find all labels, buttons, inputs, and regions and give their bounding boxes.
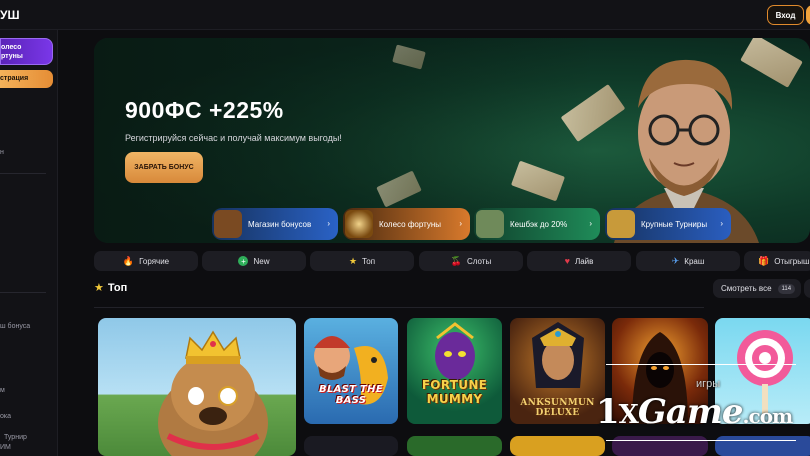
wheel-icon <box>345 210 373 238</box>
promo-bonus-shop[interactable]: Магазин бонусов › <box>212 208 338 240</box>
watermark-logo: игры 1XGame.com <box>596 364 806 456</box>
watermark-line <box>606 364 796 365</box>
sidebar-item[interactable]: ока <box>0 413 11 420</box>
tab-label: Краш <box>684 256 705 266</box>
section-title: ★ Топ <box>94 281 128 295</box>
game-tile[interactable] <box>510 436 605 456</box>
money-stack-icon <box>476 210 504 238</box>
game-tile[interactable] <box>98 318 296 456</box>
sidebar-item[interactable]: н <box>0 149 4 156</box>
promo-fortune-wheel[interactable]: Колесо фортуны › <box>343 208 470 240</box>
game-tile[interactable] <box>407 436 502 456</box>
watermark-brand-part: X <box>618 400 639 430</box>
tab-new[interactable]: + New <box>202 251 306 271</box>
chevron-right-icon: › <box>327 219 330 228</box>
trophy-icon <box>607 210 635 238</box>
tab-live[interactable]: ♥ Лайв <box>527 251 631 271</box>
fortune-wheel-button[interactable]: олесо ртуны <box>0 38 53 65</box>
register-button[interactable]: страция <box>0 70 53 88</box>
fisherman-image <box>314 336 388 405</box>
star-icon: ★ <box>348 255 358 266</box>
sidebar: олесо ртуны страция н ш бонуса м ока Тур… <box>0 30 58 456</box>
promo-label: Магазин бонусов <box>248 219 312 229</box>
hero-title: 900ФС +225% <box>125 97 284 123</box>
promo-cashback[interactable]: Кешбэк до 20% › <box>474 208 600 240</box>
signup-button[interactable] <box>806 5 810 25</box>
carousel-arrow-button[interactable] <box>804 279 810 298</box>
chevron-right-icon: › <box>720 219 723 228</box>
sidebar-item[interactable]: ИМ <box>0 444 11 451</box>
watermark-brand-part: .com <box>742 404 794 428</box>
game-title: FORTUNE MUMMY <box>421 378 488 406</box>
gift-icon: 🎁 <box>758 255 770 266</box>
hero-subtitle: Регистрируйся сейчас и получай максимум … <box>125 133 342 143</box>
tab-slots[interactable]: 🍒 Слоты <box>419 251 523 271</box>
sidebar-item[interactable]: ш бонуса <box>0 323 30 330</box>
watermark-line <box>606 440 796 441</box>
star-icon: ★ <box>94 282 104 294</box>
game-tile[interactable]: BLAST THE BASS <box>304 318 398 424</box>
game-tile[interactable] <box>304 436 398 456</box>
plus-icon: + <box>238 256 249 266</box>
dog-king-image <box>158 330 268 456</box>
game-tile[interactable]: FORTUNE MUMMY <box>407 318 502 424</box>
top-bar: УШ Вход <box>0 0 810 30</box>
chevron-right-icon: › <box>459 219 462 228</box>
banknote-image <box>392 44 426 70</box>
cherry-icon: 🍒 <box>450 255 462 266</box>
sidebar-item[interactable]: м <box>0 387 5 394</box>
sidebar-divider <box>0 292 46 293</box>
banknote-image <box>376 170 422 208</box>
tab-label: Лайв <box>574 256 594 266</box>
tab-hot[interactable]: 🔥 Горячие <box>94 251 198 271</box>
cards-icon: ♥ <box>564 256 570 266</box>
tab-label: New <box>253 256 270 266</box>
tab-label: Горячие <box>139 256 170 266</box>
tab-wagering[interactable]: 🎁 Отыгрыш <box>744 251 810 271</box>
promo-label: Колесо фортуны <box>379 219 442 229</box>
game-title: ANKSUNMUN DELUXE <box>520 398 595 418</box>
tab-crash[interactable]: ✈ Краш <box>636 251 740 271</box>
watermark-small-text: игры <box>696 378 721 390</box>
section-divider <box>94 307 704 308</box>
promo-label: Крупные Турниры <box>641 219 708 229</box>
banknote-image <box>511 160 565 202</box>
games-count-badge: 114 <box>777 283 796 294</box>
fire-icon: 🔥 <box>122 255 135 266</box>
section-title-text: Топ <box>107 281 128 294</box>
chevron-right-icon: › <box>589 219 592 228</box>
claim-bonus-button[interactable]: ЗАБРАТЬ БОНУС <box>125 152 203 183</box>
sidebar-item[interactable]: Турнир <box>4 434 27 441</box>
promo-tournaments[interactable]: Крупные Турниры › <box>605 208 731 240</box>
tab-top[interactable]: ★ Топ <box>310 251 414 271</box>
tab-label: Отыгрыш <box>774 256 810 266</box>
plane-icon: ✈ <box>671 255 680 266</box>
tab-label: Топ <box>362 256 376 266</box>
see-all-button[interactable]: Смотреть все 114 <box>713 279 801 298</box>
login-button[interactable]: Вход <box>767 5 804 25</box>
game-tile[interactable]: ANKSUNMUN DELUXE <box>510 318 605 424</box>
site-logo[interactable]: УШ <box>0 8 20 22</box>
watermark-brand: 1XGame.com <box>596 392 794 432</box>
watermark-brand-part: 1 <box>596 392 620 432</box>
game-title: BLAST THE BASS <box>319 384 383 406</box>
treasure-chest-icon <box>214 210 242 238</box>
tab-label: Слоты <box>466 256 492 266</box>
watermark-brand-part: Game <box>637 392 744 432</box>
mummy-image <box>435 322 475 380</box>
promo-label: Кешбэк до 20% <box>510 219 568 229</box>
see-all-label: Смотреть все <box>721 284 772 293</box>
sidebar-divider <box>0 173 46 174</box>
